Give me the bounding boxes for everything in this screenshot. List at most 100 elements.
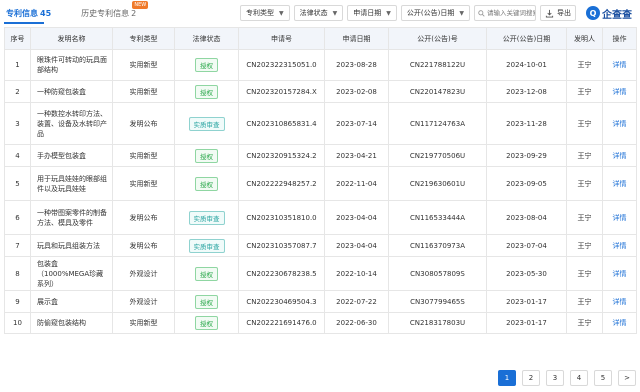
export-button[interactable]: 导出 <box>540 5 576 21</box>
cell-name[interactable]: 一种数控水转印方法、装置、设备及水转印产品 <box>30 102 113 145</box>
table-row: 10 防偷窥包装结构 实用新型 授权 CN202221691476.0 2022-06-3… <box>4 312 637 334</box>
cell-status: 授权 <box>174 256 239 291</box>
filter-publication-date[interactable]: 公开(公告)日期 ▼ <box>400 5 470 21</box>
cell-app-no: CN202310357087.7 <box>238 234 325 257</box>
detail-link[interactable]: 详情 <box>613 88 627 96</box>
status-badge: 授权 <box>195 266 218 281</box>
cell-pub-date: 2023-09-05 <box>486 166 567 201</box>
page-2-button[interactable]: 2 <box>522 370 540 386</box>
cell-name[interactable]: 手办模型包装盒 <box>30 144 113 167</box>
chevron-down-icon: ▼ <box>459 9 464 17</box>
cell-inventor[interactable]: 王宁 <box>566 49 603 81</box>
chevron-down-icon: ▼ <box>386 9 391 17</box>
page-4-button[interactable]: 4 <box>570 370 588 386</box>
table-row: 1 眼珠件可转动的玩具面部结构 实用新型 授权 CN202322315051.0 2023… <box>4 49 637 81</box>
cell-pub-date: 2023-09-29 <box>486 144 567 167</box>
detail-link[interactable]: 详情 <box>613 152 627 160</box>
cell-app-date: 2023-07-14 <box>324 102 389 145</box>
search-box <box>474 5 536 21</box>
export-label: 导出 <box>557 9 571 17</box>
cell-name[interactable]: 展示盒 <box>30 290 113 313</box>
detail-link[interactable]: 详情 <box>613 61 627 69</box>
cell-app-date: 2022-07-22 <box>324 290 389 313</box>
page-1-button[interactable]: 1 <box>498 370 516 386</box>
tab-patent-info-count: 45 <box>40 8 52 18</box>
cell-type: 发明公布 <box>112 200 175 235</box>
header-pub-date[interactable]: 公开(公告)日期 <box>486 27 567 50</box>
cell-app-no: CN202320157284.X <box>238 80 325 103</box>
chevron-down-icon: ▼ <box>332 9 338 17</box>
cell-app-date: 2022-06-30 <box>324 312 389 334</box>
detail-link[interactable]: 详情 <box>613 319 627 327</box>
tab-history-patent-info[interactable]: 历史专利信息 2 NEW <box>75 0 149 26</box>
cell-name[interactable]: 一种防窥包装盒 <box>30 80 113 103</box>
cell-inventor[interactable]: 王宁 <box>566 144 603 167</box>
cell-inventor[interactable]: 王宁 <box>566 234 603 257</box>
cell-app-date: 2023-04-21 <box>324 144 389 167</box>
cell-app-date: 2023-04-04 <box>324 200 389 235</box>
table-row: 7 玩具和玩具组装方法 发明公布 实质审查 CN202310357087.7 2023-0… <box>4 234 637 257</box>
filter-legal-status-label: 法律状态 <box>299 9 328 17</box>
detail-link[interactable]: 详情 <box>613 120 627 128</box>
status-badge: 授权 <box>195 176 218 191</box>
patent-table: 序号 发明名称 专利类型 法律状态 申请号 申请日期 公开(公告)号 公开(公告… <box>4 27 637 334</box>
tab-patent-info[interactable]: 专利信息 45 <box>0 0 51 26</box>
filter-legal-status[interactable]: 法律状态 ▼ <box>293 5 344 21</box>
cell-app-date: 2023-08-28 <box>324 49 389 81</box>
cell-app-no: CN202320915324.2 <box>238 144 325 167</box>
status-badge: 授权 <box>195 84 218 99</box>
cell-action: 详情 <box>602 49 637 81</box>
header-app-date[interactable]: 申请日期 <box>324 27 389 50</box>
cell-app-date: 2023-04-04 <box>324 234 389 257</box>
next-page-button[interactable]: > <box>618 370 636 386</box>
cell-inventor[interactable]: 王宁 <box>566 80 603 103</box>
filter-application-date[interactable]: 申请日期 ▼ <box>347 5 397 21</box>
cell-inventor[interactable]: 王宁 <box>566 256 603 291</box>
table-row: 4 手办模型包装盒 实用新型 授权 CN202320915324.2 2023-04-21… <box>4 144 637 167</box>
cell-pub-date: 2023-05-30 <box>486 256 567 291</box>
cell-status: 实质审查 <box>174 102 239 145</box>
cell-inventor[interactable]: 王宁 <box>566 312 603 334</box>
tab-history-label: 历史专利信息 <box>81 8 130 18</box>
cell-name[interactable]: 一种带图案零件的制备方法、模具及零件 <box>30 200 113 235</box>
detail-link[interactable]: 详情 <box>613 270 627 278</box>
detail-link[interactable]: 详情 <box>613 298 627 306</box>
cell-type: 发明公布 <box>112 234 175 257</box>
detail-link[interactable]: 详情 <box>613 214 627 222</box>
cell-type: 实用新型 <box>112 49 175 81</box>
cell-pub-date: 2023-11-28 <box>486 102 567 145</box>
filter-application-date-label: 申请日期 <box>353 9 382 17</box>
cell-name[interactable]: 玩具和玩具组装方法 <box>30 234 113 257</box>
cell-inventor[interactable]: 王宁 <box>566 102 603 145</box>
cell-status: 授权 <box>174 290 239 313</box>
logo-text: 企查查 <box>602 9 632 21</box>
detail-link[interactable]: 详情 <box>613 180 627 188</box>
table-row: 6 一种带图案零件的制备方法、模具及零件 发明公布 实质审查 CN20231035181… <box>4 200 637 235</box>
cell-app-date: 2023-02-08 <box>324 80 389 103</box>
cell-name[interactable]: 包装盒（1000%MEGA珍藏系列） <box>30 256 113 291</box>
cell-app-no: CN202310351810.0 <box>238 200 325 235</box>
cell-inventor[interactable]: 王宁 <box>566 290 603 313</box>
filter-patent-type-label: 专利类型 <box>246 9 274 17</box>
cell-status: 授权 <box>174 166 239 201</box>
table-row: 2 一种防窥包装盒 实用新型 授权 CN202320157284.X 2023-02-08… <box>4 80 637 103</box>
page-5-button[interactable]: 5 <box>594 370 612 386</box>
cell-name[interactable]: 眼珠件可转动的玩具面部结构 <box>30 49 113 81</box>
cell-inventor[interactable]: 王宁 <box>566 200 603 235</box>
cell-name[interactable]: 防偷窥包装结构 <box>30 312 113 334</box>
cell-pub-no: CN117124763A <box>388 102 487 145</box>
cell-status: 实质审查 <box>174 200 239 235</box>
cell-name[interactable]: 用于玩具娃娃的眼部组件以及玩具娃娃 <box>30 166 113 201</box>
pagination: 1 2 3 4 5 > <box>498 370 636 386</box>
cell-no: 6 <box>4 200 31 235</box>
filter-patent-type[interactable]: 专利类型 ▼ <box>240 5 290 21</box>
filter-publication-date-label: 公开(公告)日期 <box>406 9 455 17</box>
cell-pub-date: 2023-01-17 <box>486 290 567 313</box>
detail-link[interactable]: 详情 <box>613 242 627 250</box>
cell-action: 详情 <box>602 256 637 291</box>
cell-pub-no: CN218317803U <box>388 312 487 334</box>
cell-inventor[interactable]: 王宁 <box>566 166 603 201</box>
page-3-button[interactable]: 3 <box>546 370 564 386</box>
cell-pub-date: 2023-07-04 <box>486 234 567 257</box>
search-input[interactable] <box>487 9 535 17</box>
